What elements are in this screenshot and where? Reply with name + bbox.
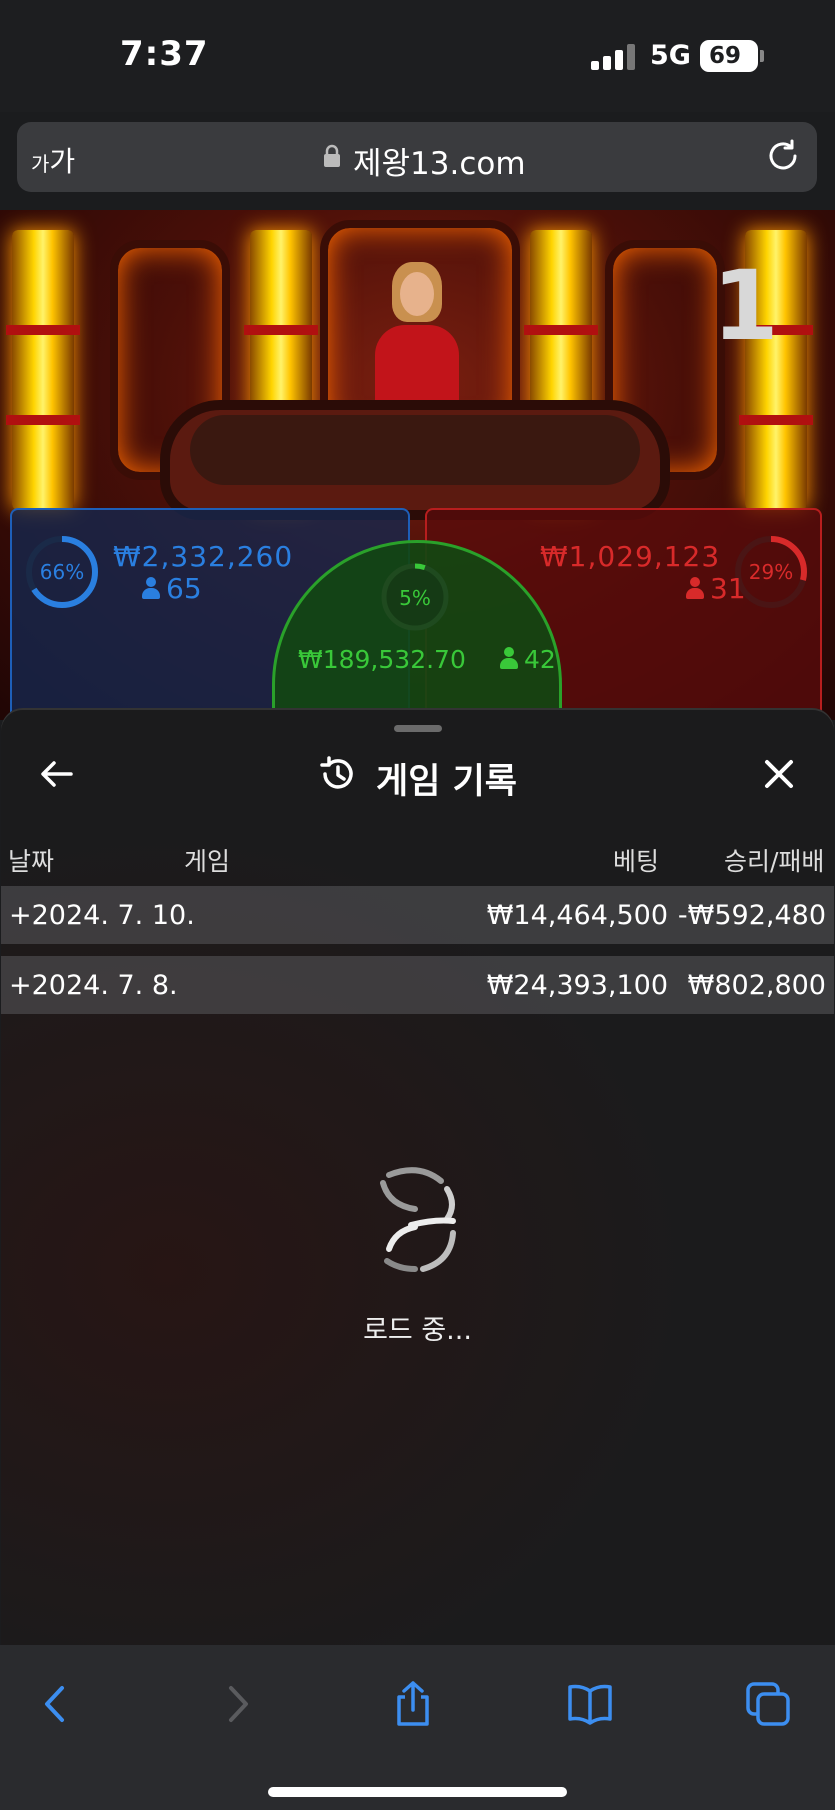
address-bar[interactable]: 가가 제왕13.com bbox=[17, 122, 817, 192]
share-icon[interactable] bbox=[390, 1681, 436, 1727]
column-header-game: 게임 bbox=[184, 847, 231, 876]
loading-spinner-icon bbox=[380, 1167, 456, 1272]
decor-pillar bbox=[6, 230, 80, 510]
text-size-button[interactable]: 가가 bbox=[31, 140, 75, 180]
history-icon bbox=[320, 756, 353, 789]
row-bet: ₩24,393,100 bbox=[486, 970, 668, 1001]
player-count: 65 bbox=[142, 572, 202, 605]
column-header-date: 날짜 bbox=[8, 847, 55, 876]
text-size-small: 가 bbox=[31, 152, 50, 176]
status-time: 7:37 bbox=[120, 34, 209, 74]
row-date: +2024. 7. 8. bbox=[9, 970, 178, 1001]
url-text[interactable]: 제왕13.com bbox=[353, 138, 526, 183]
tabs-icon[interactable] bbox=[745, 1681, 791, 1727]
panel-title: 게임 기록 bbox=[376, 762, 517, 802]
loading-text: 로드 중... bbox=[363, 1315, 472, 1346]
close-icon[interactable] bbox=[759, 754, 799, 794]
status-bar: 7:37 5G 69 bbox=[0, 0, 835, 112]
column-header-win-loss: 승리/패배 bbox=[724, 847, 825, 876]
lock-icon bbox=[324, 144, 340, 167]
reload-icon[interactable] bbox=[765, 138, 801, 174]
home-indicator[interactable] bbox=[268, 1787, 567, 1797]
forward-icon[interactable] bbox=[214, 1681, 260, 1727]
person-icon bbox=[500, 647, 518, 669]
browser-toolbar bbox=[0, 1645, 835, 1810]
grab-handle[interactable] bbox=[394, 725, 442, 732]
player-percent: 66% bbox=[39, 560, 85, 584]
back-arrow-icon[interactable] bbox=[37, 754, 77, 794]
dealer-head bbox=[400, 272, 434, 316]
tie-count: 42 bbox=[500, 645, 556, 674]
battery-icon: 69 bbox=[700, 40, 758, 72]
history-row[interactable]: +2024. 7. 8. ₩24,393,100 ₩802,800 bbox=[1, 956, 834, 1014]
person-icon bbox=[686, 577, 704, 599]
network-type: 5G bbox=[650, 40, 691, 71]
tie-percent: 5% bbox=[399, 586, 431, 610]
banker-count-value: 31 bbox=[710, 572, 746, 605]
tie-total-amount: ₩189,532.70 bbox=[298, 645, 466, 674]
signal-icon bbox=[591, 44, 637, 70]
battery-nub bbox=[760, 50, 764, 62]
column-header-bet: 베팅 bbox=[613, 847, 660, 876]
row-win-loss: ₩802,800 bbox=[687, 970, 826, 1001]
person-icon bbox=[142, 577, 160, 599]
banker-total-amount: ₩1,029,123 bbox=[540, 540, 721, 573]
player-count-value: 65 bbox=[166, 572, 202, 605]
banker-count: 31 bbox=[686, 572, 746, 605]
row-bet: ₩14,464,500 bbox=[486, 900, 668, 931]
tie-count-value: 42 bbox=[524, 645, 556, 674]
bookmarks-icon[interactable] bbox=[567, 1681, 613, 1727]
battery-level: 69 bbox=[708, 43, 741, 69]
back-icon[interactable] bbox=[33, 1681, 79, 1727]
row-win-loss: -₩592,480 bbox=[677, 900, 826, 931]
text-size-large: 가 bbox=[49, 145, 76, 178]
banker-percent: 29% bbox=[748, 560, 794, 584]
round-number: 1 bbox=[712, 250, 779, 362]
history-row[interactable]: +2024. 7. 10. ₩14,464,500 -₩592,480 bbox=[1, 886, 834, 944]
game-history-panel: 게임 기록 날짜 게임 베팅 승리/패배 +2024. 7. 10. ₩14,4… bbox=[1, 710, 834, 1645]
row-date: +2024. 7. 10. bbox=[9, 900, 195, 931]
player-total-amount: ₩2,332,260 bbox=[113, 540, 294, 573]
table-felt bbox=[190, 415, 640, 485]
